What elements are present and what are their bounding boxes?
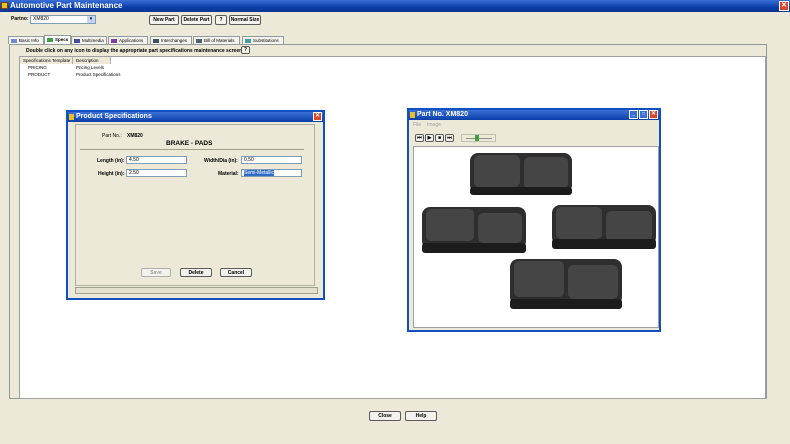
app-icon (1, 2, 8, 9)
brake-pad-right (552, 205, 656, 249)
app-title: Automotive Part Maintenance (10, 1, 123, 10)
help-icon: ? (243, 47, 248, 53)
brake-pad-bottom (510, 259, 622, 309)
part-image-title-bar: Part No. XM820 _ □ ✕ (409, 110, 659, 120)
part-image-title: Part No. XM820 (417, 111, 468, 118)
specs-help-button[interactable]: ? (241, 46, 250, 54)
minimize-icon[interactable]: _ (629, 110, 638, 119)
product-spec-title: Product Specifications (76, 113, 152, 120)
tab-specs[interactable]: Specs (44, 35, 71, 44)
height-input[interactable]: 2.50 (126, 169, 187, 177)
multimedia-icon (74, 39, 80, 43)
part-no-value: XM820 (127, 133, 143, 139)
product-spec-dialog: Product Specifications ✕ Part No.: XM820… (66, 110, 325, 300)
substitutions-icon (245, 39, 251, 43)
play-icon: ▶ (427, 135, 432, 141)
specs-hint: Double click on any icon to display the … (26, 48, 243, 54)
column-header-template[interactable]: Specifications Template (20, 57, 73, 64)
part-no-label: Part No.: (102, 133, 122, 139)
partno-select[interactable]: XM820 ▾ (30, 15, 96, 24)
height-label: Height (in): (98, 171, 125, 177)
info-icon (11, 39, 17, 43)
cancel-button[interactable]: Cancel (220, 268, 252, 277)
material-label: Material: (218, 171, 239, 177)
help-button[interactable]: Help (405, 411, 437, 421)
tab-interchanges[interactable]: Interchanges (150, 36, 192, 44)
length-label: Length (in): (97, 158, 125, 164)
specs-icon (47, 38, 53, 42)
width-label: Width/Dia (in): (204, 158, 238, 164)
column-header-description[interactable]: Description (73, 57, 111, 64)
help-icon-button[interactable]: ? (215, 15, 227, 25)
brake-pad-top (470, 153, 572, 195)
stop-button[interactable]: ■ (435, 134, 444, 142)
save-button[interactable]: Save (141, 268, 171, 277)
normal-size-button[interactable]: Normal Size (229, 15, 261, 25)
play-button[interactable]: ▶ (425, 134, 434, 142)
delete-part-button[interactable]: Delete Part (181, 15, 212, 25)
slider-track (466, 138, 492, 139)
tab-basic-info[interactable]: Basic Info (8, 36, 44, 44)
new-part-button[interactable]: New Part (149, 15, 179, 25)
brake-pads-image (422, 153, 656, 309)
car-icon (111, 39, 117, 43)
chevron-down-icon[interactable]: ▾ (87, 16, 95, 23)
tab-bill-of-materials[interactable]: Bill of Materials (193, 36, 240, 44)
first-icon: ⏮ (417, 135, 422, 141)
brake-pad-left (422, 207, 526, 253)
first-image-button[interactable]: ⏮ (415, 134, 424, 142)
part-image-window: Part No. XM820 _ □ ✕ File Image ⏮ ▶ ■ ⏭ (407, 108, 661, 332)
tab-substitutions[interactable]: Substitutions (242, 36, 284, 44)
slider-thumb[interactable] (475, 135, 479, 141)
list-item-pricing-desc: Pricing Levels (76, 65, 105, 70)
list-item-pricing[interactable]: PRICING (28, 65, 47, 70)
list-item-product[interactable]: PRODUCT (28, 72, 50, 77)
part-category: BRAKE - PADS (166, 140, 213, 147)
material-value: Semi-Metallic (244, 170, 275, 176)
interchange-icon (153, 39, 159, 43)
material-input[interactable]: Semi-Metallic (241, 169, 302, 177)
close-button[interactable]: Close (369, 411, 401, 421)
materials-icon (196, 39, 202, 43)
stop-icon: ■ (437, 135, 442, 141)
last-icon: ⏭ (447, 135, 452, 141)
length-input[interactable]: 4.50 (126, 156, 187, 164)
product-spec-title-bar: Product Specifications ✕ (68, 112, 323, 122)
app-title-bar: Automotive Part Maintenance ✕ (0, 0, 790, 12)
close-window-icon[interactable]: ✕ (649, 110, 658, 119)
partno-select-value: XM820 (33, 16, 49, 22)
zoom-slider[interactable] (461, 134, 496, 142)
status-bar (75, 287, 318, 294)
width-input[interactable]: 0.50 (241, 156, 302, 164)
list-item-product-desc: Product Specifications (76, 72, 121, 77)
last-image-button[interactable]: ⏭ (445, 134, 454, 142)
tab-applications[interactable]: Applications (108, 36, 148, 44)
dialog-icon (69, 114, 74, 120)
delete-button[interactable]: Delete (180, 268, 212, 277)
tab-multimedia[interactable]: Multimedia (71, 36, 107, 44)
close-window-icon[interactable]: ✕ (779, 1, 789, 11)
divider (80, 149, 304, 150)
close-dialog-icon[interactable]: ✕ (313, 112, 322, 121)
partno-label: Partno: (11, 16, 29, 22)
part-image-viewport (413, 146, 659, 328)
window-icon (410, 112, 415, 118)
menu-image[interactable]: Image (427, 122, 441, 128)
menu-file[interactable]: File (413, 122, 421, 128)
help-icon: ? (219, 17, 223, 23)
maximize-icon[interactable]: □ (639, 110, 648, 119)
